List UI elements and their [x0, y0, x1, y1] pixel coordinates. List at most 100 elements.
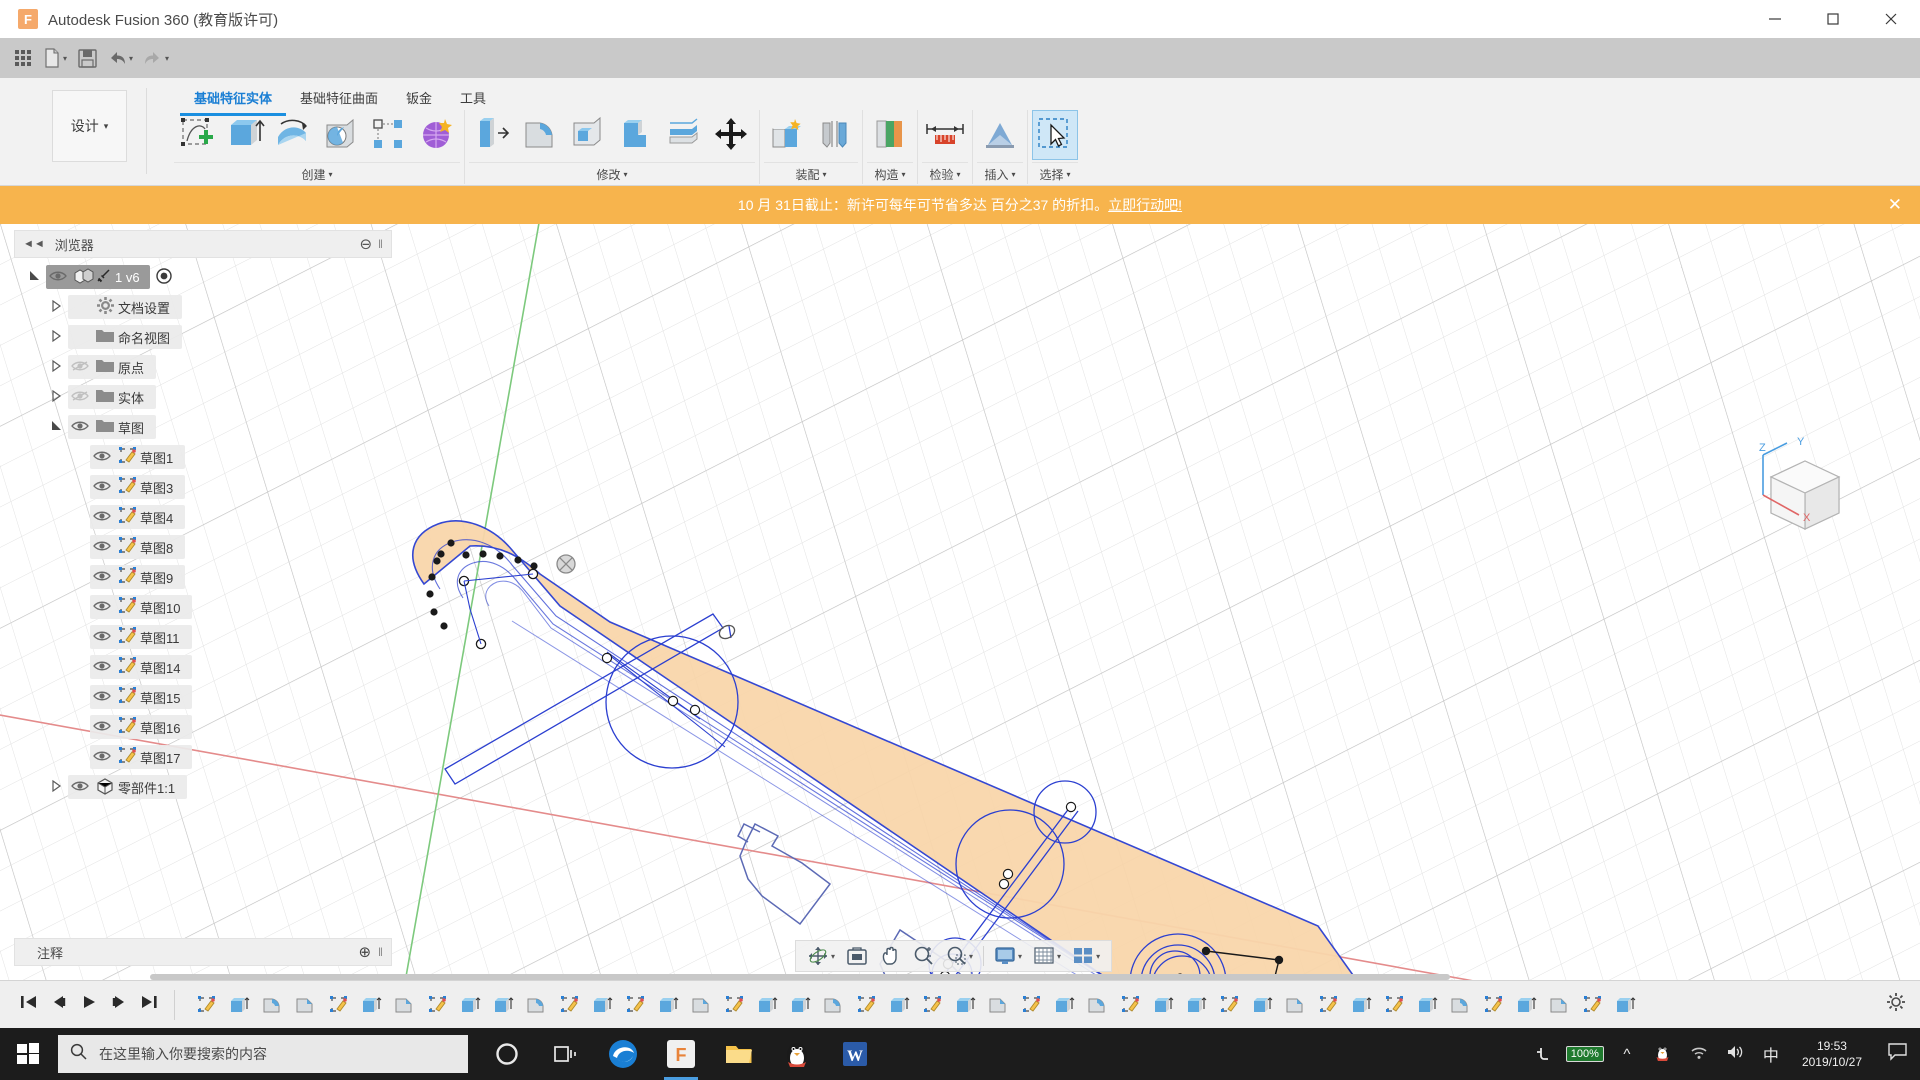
tree-node[interactable]: 原点 [14, 352, 392, 382]
browser-icon[interactable] [594, 1028, 652, 1080]
tree-node[interactable]: 草图15 [14, 682, 392, 712]
clock[interactable]: 19:53 2019/10/27 [1794, 1038, 1870, 1070]
task-view-icon[interactable] [536, 1028, 594, 1080]
display-settings-icon[interactable]: ▾ [989, 942, 1027, 970]
timeline-feature[interactable] [1577, 990, 1607, 1020]
windows-icon[interactable] [0, 1028, 56, 1080]
timeline-feature[interactable] [389, 990, 419, 1020]
tree-node[interactable]: 草图9 [14, 562, 392, 592]
timeline-feature[interactable] [587, 990, 617, 1020]
construction-plane-icon[interactable] [867, 110, 913, 160]
app-grid-icon[interactable] [8, 41, 38, 75]
timeline-feature[interactable] [455, 990, 485, 1020]
timeline-feature[interactable] [884, 990, 914, 1020]
go-to-end-button[interactable] [140, 994, 158, 1015]
undo-caret[interactable]: ▾ [129, 54, 133, 63]
tree-node-pill[interactable]: 草图1 [90, 445, 186, 469]
zoom-icon[interactable] [907, 942, 939, 970]
tree-expander[interactable] [46, 779, 68, 795]
move-copy-icon[interactable] [709, 110, 755, 160]
tree-node-pill[interactable]: 草图 [68, 415, 157, 439]
activate-component-radio[interactable] [155, 267, 172, 287]
tree-node[interactable]: 草图10 [14, 592, 392, 622]
plug-icon[interactable] [1530, 1043, 1556, 1065]
tree-node-pill[interactable]: 草图16 [90, 715, 193, 739]
tree-expander[interactable] [46, 329, 68, 345]
timeline-feature[interactable] [1280, 990, 1310, 1020]
visibility-eye-icon[interactable] [46, 270, 70, 285]
timeline-feature[interactable] [290, 990, 320, 1020]
ime-icon[interactable]: 中 [1758, 1042, 1784, 1066]
undo-button[interactable]: ▾ [102, 41, 138, 75]
tree-expander[interactable] [46, 359, 68, 375]
pattern-icon[interactable] [366, 110, 412, 160]
form-icon[interactable] [414, 110, 460, 160]
browser-minimize-icon[interactable]: ⊖ [359, 235, 372, 253]
comments-add-icon[interactable]: ⊕ [358, 943, 371, 961]
qq-icon[interactable] [768, 1028, 826, 1080]
timeline-feature[interactable] [1181, 990, 1211, 1020]
timeline-feature[interactable] [521, 990, 551, 1020]
tree-node-pill[interactable]: 草图15 [90, 685, 193, 709]
timeline-feature[interactable] [752, 990, 782, 1020]
timeline-feature[interactable] [1115, 990, 1145, 1020]
search-input[interactable]: 在这里输入你要搜索的内容 [58, 1035, 468, 1073]
go-to-beginning-button[interactable] [20, 994, 38, 1015]
group-label-modify[interactable]: 修改 ▾ [469, 162, 755, 183]
timeline-feature[interactable] [1049, 990, 1079, 1020]
timeline-feature[interactable] [818, 990, 848, 1020]
tree-node-pill[interactable]: 草图4 [90, 505, 186, 529]
browser-collapse-icon[interactable]: ◄◄ [23, 238, 45, 250]
timeline-feature[interactable] [356, 990, 386, 1020]
visibility-eye-icon[interactable] [68, 780, 92, 795]
tree-expander[interactable] [46, 420, 68, 435]
close-button[interactable] [1862, 0, 1920, 38]
chevron-up-icon[interactable]: ^ [1614, 1046, 1640, 1063]
visibility-eye-icon[interactable] [90, 630, 114, 645]
tree-node-pill[interactable]: 实体 [68, 385, 157, 409]
visibility-eye-icon[interactable] [68, 420, 92, 435]
tree-node[interactable]: 草图17 [14, 742, 392, 772]
timeline-feature[interactable] [224, 990, 254, 1020]
extrude-icon[interactable] [222, 110, 268, 160]
visibility-eye-icon[interactable] [90, 600, 114, 615]
display-settings-caret[interactable]: ▾ [1018, 952, 1022, 961]
timeline-feature[interactable] [488, 990, 518, 1020]
tree-node-pill[interactable]: 原点 [68, 355, 157, 379]
tree-node[interactable]: 草图8 [14, 532, 392, 562]
offset-face-icon[interactable] [661, 110, 707, 160]
group-label-select[interactable]: 选择 ▾ [1032, 162, 1078, 183]
measure-icon[interactable] [922, 110, 968, 160]
save-button[interactable] [72, 41, 102, 75]
fit-caret[interactable]: ▾ [969, 952, 973, 961]
promo-link[interactable]: 立即行动吧! [1108, 197, 1182, 213]
orbit-icon[interactable]: ▾ [802, 942, 840, 970]
timeline-feature[interactable] [422, 990, 452, 1020]
timeline-feature[interactable] [653, 990, 683, 1020]
tree-node[interactable]: 草图4 [14, 502, 392, 532]
tree-node-pill[interactable]: 命名视图 [68, 325, 183, 349]
tree-node[interactable]: 零部件1:1 [14, 772, 392, 802]
timeline-feature[interactable] [1346, 990, 1376, 1020]
tree-node-pill[interactable]: 文档设置 [68, 295, 183, 319]
visibility-eye-icon[interactable] [90, 570, 114, 585]
wifi-icon[interactable] [1686, 1044, 1712, 1064]
timeline-feature[interactable] [1082, 990, 1112, 1020]
word-icon[interactable]: W [826, 1028, 884, 1080]
file-explorer-icon[interactable] [710, 1028, 768, 1080]
timeline-feature[interactable] [1016, 990, 1046, 1020]
tree-node-pill[interactable]: 草图14 [90, 655, 193, 679]
group-label-construct[interactable]: 构造 ▾ [867, 162, 913, 183]
timeline-feature[interactable] [257, 990, 287, 1020]
orbit-caret[interactable]: ▾ [831, 952, 835, 961]
timeline-settings-icon[interactable] [1886, 992, 1920, 1017]
new-component-icon[interactable] [764, 110, 810, 160]
press-pull-icon[interactable] [469, 110, 515, 160]
tree-node[interactable]: 草图11 [14, 622, 392, 652]
fusion360-icon[interactable]: F [652, 1028, 710, 1080]
timeline-feature[interactable] [1148, 990, 1178, 1020]
visibility-eye-icon[interactable] [90, 750, 114, 765]
timeline-feature[interactable] [917, 990, 947, 1020]
joint-icon[interactable] [812, 110, 858, 160]
tree-node-pill[interactable]: 草图8 [90, 535, 186, 559]
